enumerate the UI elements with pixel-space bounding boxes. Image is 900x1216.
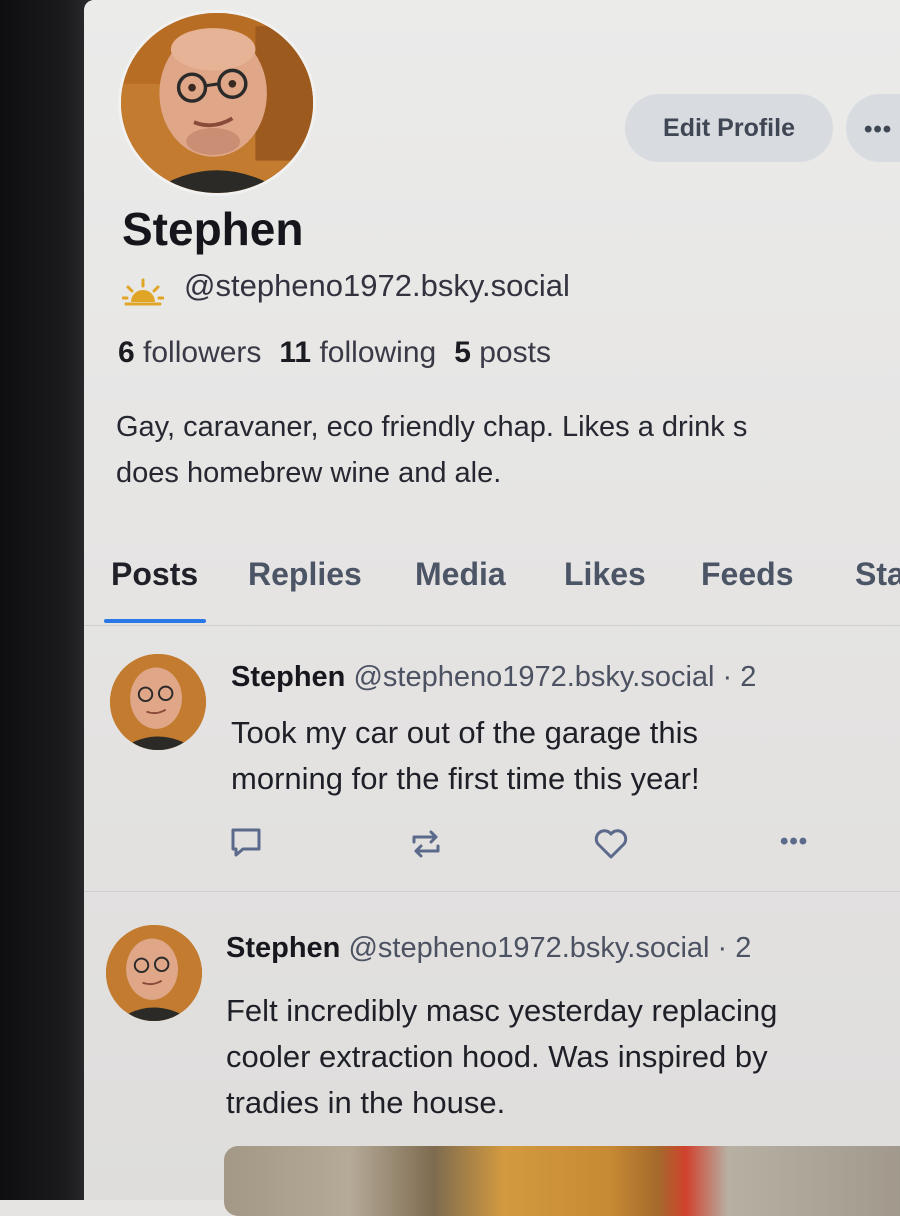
more-dots-icon: ••• xyxy=(864,116,893,143)
tab-media[interactable]: Media xyxy=(415,556,506,593)
tab-posts[interactable]: Posts xyxy=(111,556,198,593)
profile-avatar[interactable] xyxy=(118,10,316,196)
post-author-avatar[interactable] xyxy=(110,654,206,750)
profile-bio: Gay, caravaner, eco friendly chap. Likes… xyxy=(116,404,900,496)
profile-handle: @stepheno1972.bsky.social xyxy=(184,268,570,303)
post-author-handle[interactable]: @stepheno1972.bsky.social · 2 xyxy=(348,932,751,964)
post-author-name[interactable]: Stephen xyxy=(226,932,340,964)
post-text-line: morning for the first time this year! xyxy=(231,761,700,796)
bio-line: does homebrew wine and ale. xyxy=(116,457,502,489)
profile-display-name: Stephen xyxy=(122,203,304,255)
post-divider xyxy=(84,891,900,892)
post-header: Stephen @stepheno1972.bsky.social · 2 xyxy=(231,661,756,694)
post-author-handle[interactable]: @stepheno1972.bsky.social · 2 xyxy=(353,661,756,693)
followers-label: followers xyxy=(143,336,262,369)
tab-starter-packs[interactable]: Sta xyxy=(855,556,900,593)
bio-line: Gay, caravaner, eco friendly chap. Likes… xyxy=(116,411,748,443)
post-more-icon[interactable]: ••• xyxy=(780,828,808,856)
following-label: following xyxy=(319,336,437,369)
profile-stats: 6 followers 11 following 5 posts xyxy=(118,336,551,370)
tab-likes[interactable]: Likes xyxy=(564,556,646,593)
active-tab-indicator xyxy=(104,619,206,623)
tab-replies[interactable]: Replies xyxy=(248,556,362,593)
post-image-attachment[interactable] xyxy=(224,1146,900,1216)
like-icon[interactable] xyxy=(593,826,629,862)
posts-stat: 5 posts xyxy=(454,336,551,369)
posts-count: 5 xyxy=(454,336,471,369)
posts-label: posts xyxy=(479,336,551,369)
post-header: Stephen @stepheno1972.bsky.social · 2 xyxy=(226,932,751,965)
post-text-line: Felt incredibly masc yesterday replacing xyxy=(226,993,778,1028)
sun-icon xyxy=(122,278,164,306)
tabs-divider xyxy=(84,625,900,626)
followers-count: 6 xyxy=(118,336,135,369)
post-author-name[interactable]: Stephen xyxy=(231,661,345,693)
device-bezel xyxy=(0,0,92,1200)
post-body: Felt incredibly masc yesterday replacing… xyxy=(226,988,777,1126)
repost-icon[interactable] xyxy=(408,826,444,862)
post-author-avatar[interactable] xyxy=(106,925,202,1021)
post-text-line: Took my car out of the garage this xyxy=(231,715,698,750)
tab-feeds[interactable]: Feeds xyxy=(701,556,793,593)
following-link[interactable]: 11 following xyxy=(279,336,436,369)
post-body: Took my car out of the garage this morni… xyxy=(231,710,700,802)
edit-profile-button[interactable]: Edit Profile xyxy=(625,94,833,162)
post-text-line: tradies in the house. xyxy=(226,1085,506,1120)
reply-icon[interactable] xyxy=(228,824,264,860)
following-count: 11 xyxy=(279,336,312,369)
followers-link[interactable]: 6 followers xyxy=(118,336,261,369)
post-text-line: cooler extraction hood. Was inspired by xyxy=(226,1039,768,1074)
